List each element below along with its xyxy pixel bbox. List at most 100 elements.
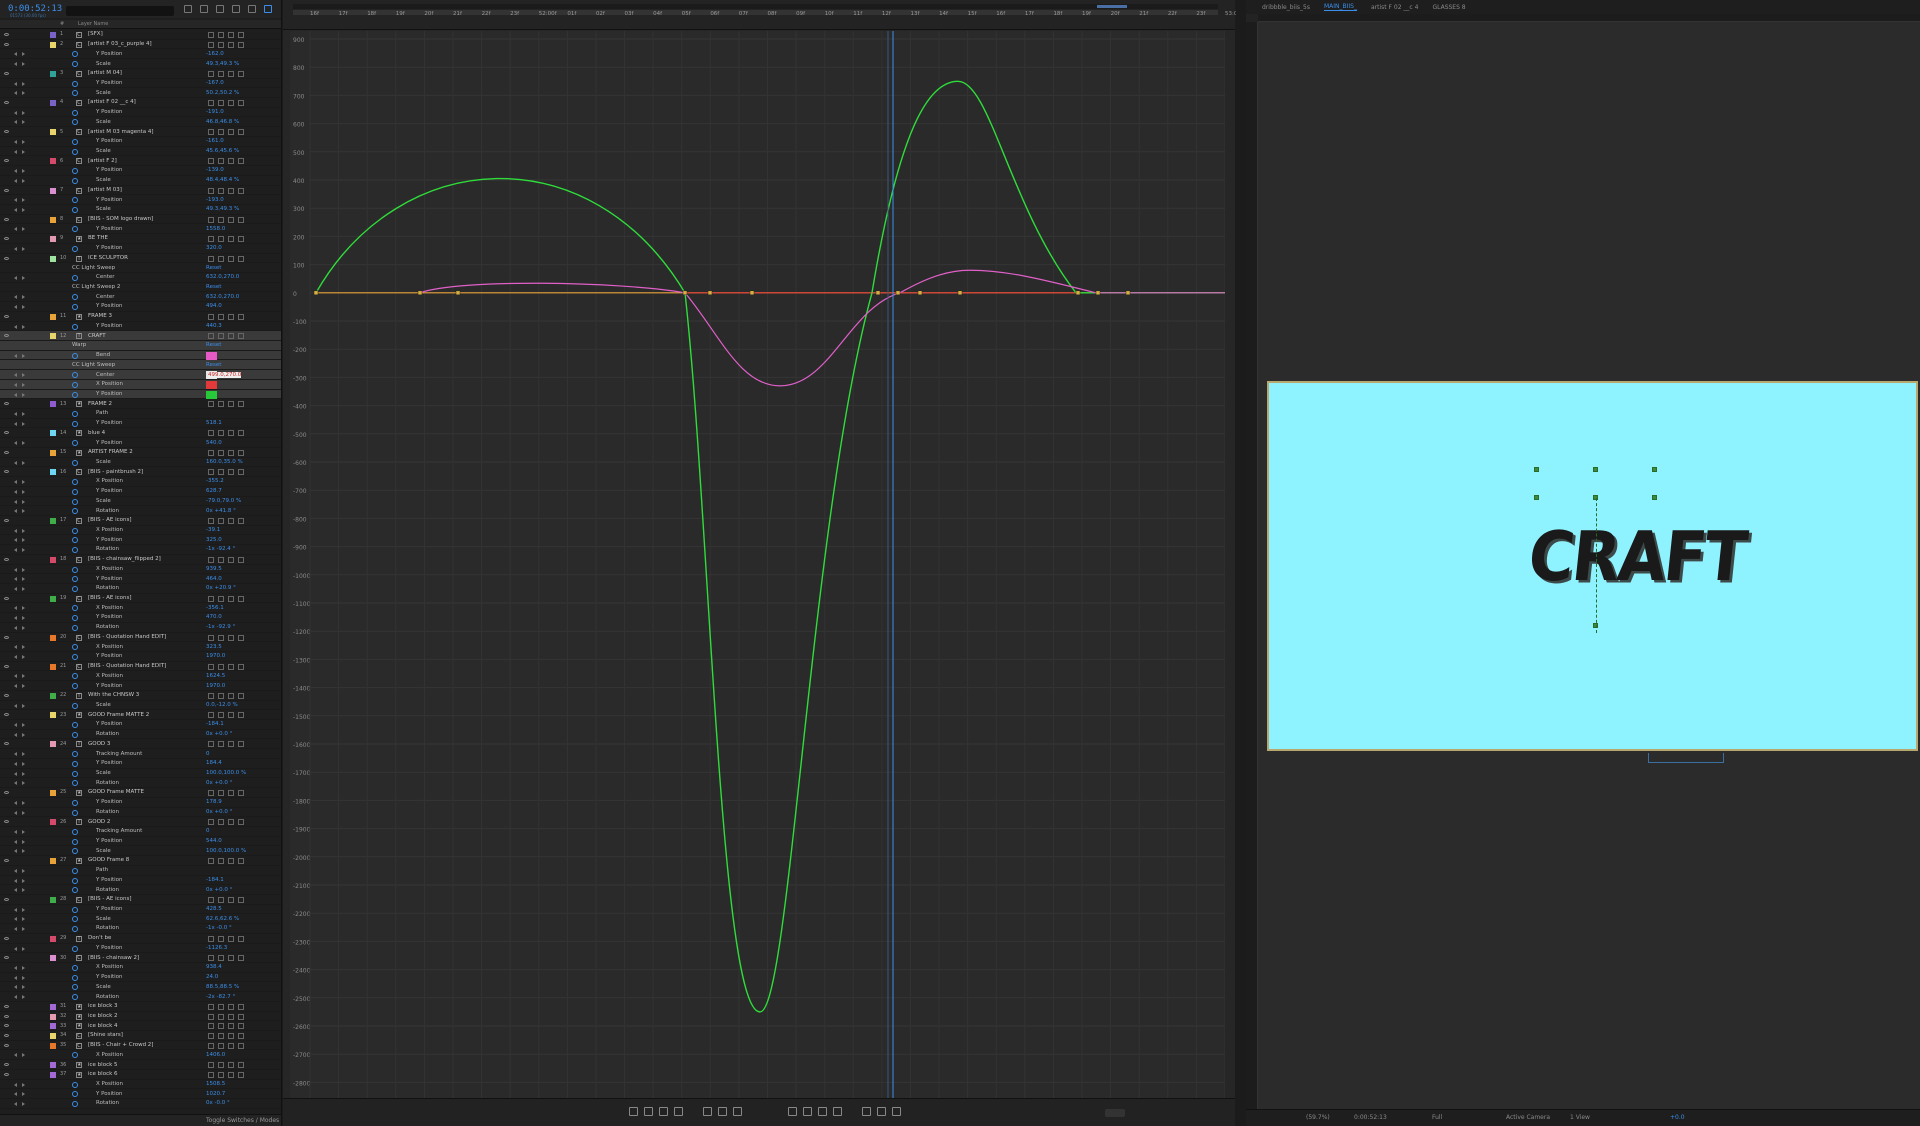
effect-switch-icon[interactable] [238,741,244,748]
stopwatch-icon[interactable] [72,527,78,534]
property-row[interactable]: Scale 160.0,35.0 % [0,458,281,468]
prev-keyframe-icon[interactable] [14,324,17,329]
layer-row[interactable]: 11 ★ FRAME 3 [0,312,281,322]
property-value[interactable]: -79.0,79.0 % [206,498,241,504]
visibility-eye-icon[interactable] [4,1004,9,1008]
stopwatch-icon[interactable] [72,965,78,971]
property-row[interactable]: Scale 88.5,88.5 % [0,982,281,993]
comp-tab[interactable]: MAIN_BIIS_ [1323,3,1357,11]
layer-row[interactable]: 2 C [artist F 03_c_purple 4] [0,40,281,50]
label-color-swatch[interactable] [50,1071,56,1078]
property-row[interactable]: Y Position -184.1 [0,876,281,886]
prev-keyframe-icon[interactable] [14,1092,17,1097]
visibility-eye-icon[interactable] [4,1063,9,1067]
collapse-switch-icon[interactable] [218,187,224,194]
property-value[interactable]: 160.0,35.0 % [206,459,243,465]
prev-keyframe-icon[interactable] [14,703,17,708]
quality-switch-icon[interactable] [228,401,234,408]
collapse-switch-icon[interactable] [218,100,224,107]
collapse-switch-icon[interactable] [218,70,224,77]
fit-all-icon[interactable] [718,1107,727,1116]
property-row[interactable]: Y Position -193.0 [0,195,281,205]
quality-switch-icon[interactable] [228,712,234,719]
property-value[interactable]: 0 [206,828,210,834]
collapse-switch-icon[interactable] [218,469,224,476]
visibility-eye-icon[interactable] [4,450,9,454]
prev-keyframe-icon[interactable] [14,548,17,553]
layer-name[interactable]: [BIIS - chainsaw_flipped 2] [88,556,161,562]
prev-keyframe-icon[interactable] [14,373,17,378]
quality-switch-icon[interactable] [228,595,234,602]
quality-switch-icon[interactable] [228,1003,234,1010]
next-keyframe-icon[interactable] [22,810,25,815]
property-value[interactable]: 46.8,46.8 % [206,119,239,125]
stopwatch-icon[interactable] [72,459,78,466]
layer-name[interactable]: [artist M 03] [88,187,122,193]
effect-reset[interactable]: Reset [206,362,221,368]
collapse-switch-icon[interactable] [218,255,224,262]
visibility-eye-icon[interactable] [4,1043,9,1047]
property-value[interactable]: 0.0,-12.0 % [206,702,238,708]
next-keyframe-icon[interactable] [22,295,25,300]
prev-keyframe-icon[interactable] [14,1053,17,1058]
layer-name[interactable]: [BIIS - AE icons] [88,896,132,902]
stopwatch-icon[interactable] [72,984,78,991]
effect-switch-icon[interactable] [238,955,244,962]
property-row[interactable]: Scale 48.4,48.4 % [0,176,281,186]
prev-keyframe-icon[interactable] [14,752,17,757]
visibility-eye-icon[interactable] [4,557,9,561]
zoom-level[interactable]: (59.7%) [1306,1114,1330,1121]
effect-switch-icon[interactable] [238,187,244,194]
linear-keyframe-icon[interactable] [818,1107,827,1116]
collapse-switch-icon[interactable] [218,517,224,524]
effect-switch-icon[interactable] [238,430,244,437]
visibility-eye-icon[interactable] [4,859,9,863]
prev-keyframe-icon[interactable] [14,499,17,504]
property-value[interactable]: 0x +0.0 ° [206,731,232,737]
label-color-swatch[interactable] [50,556,56,563]
layer-name[interactable]: With the CHNSW 3 [88,692,139,698]
label-color-swatch[interactable] [50,430,56,437]
shy-switch-icon[interactable] [208,32,214,38]
transform-box-icon[interactable] [659,1107,668,1116]
collapse-switch-icon[interactable] [218,896,224,903]
collapse-switch-icon[interactable] [218,1071,224,1078]
resolution-select[interactable]: Full [1432,1114,1442,1121]
label-color-swatch[interactable] [50,935,56,942]
property-row[interactable]: Rotation 0x -0.0 ° [0,1099,281,1109]
toggle-switches-modes[interactable]: Toggle Switches / Modes [206,1117,279,1124]
layer-row[interactable]: 5 C [artist M 03 magenta 4] [0,127,281,137]
viewer-timecode[interactable]: 0:00:52:13 [1354,1114,1387,1121]
layer-row[interactable]: 16 C [BIIS - paintbrush 2] [0,467,281,478]
label-color-swatch[interactable] [50,236,56,243]
property-value[interactable]: 0x +41.8 ° [206,508,236,514]
layer-row[interactable]: 34 C [Shine stars] [0,1031,281,1041]
collapse-switch-icon[interactable] [218,741,224,748]
vertical-ruler[interactable] [1246,22,1258,1109]
prev-keyframe-icon[interactable] [14,480,17,485]
layer-name[interactable]: FRAME 2 [88,401,112,407]
collapse-switch-icon[interactable] [218,158,224,165]
layer-row[interactable]: 18 C [BIIS - chainsaw_flipped 2] [0,555,281,565]
stopwatch-icon[interactable] [72,420,78,427]
effect-switch-icon[interactable] [238,712,244,719]
effect-switch-icon[interactable] [238,517,244,524]
prev-keyframe-icon[interactable] [14,460,17,465]
label-color-swatch[interactable] [50,255,56,262]
property-value[interactable]: 88.5,88.5 % [206,984,239,990]
stopwatch-icon[interactable] [72,615,78,622]
next-keyframe-icon[interactable] [22,1102,25,1107]
collapse-switch-icon[interactable] [218,712,224,719]
shy-switch-icon[interactable] [208,430,214,437]
label-color-swatch[interactable] [50,1023,56,1030]
effect-switch-icon[interactable] [238,1071,244,1078]
motion-blur-icon[interactable] [248,5,256,13]
property-row[interactable]: Rotation 0x +0.0 ° [0,730,281,740]
stopwatch-icon[interactable] [72,605,78,612]
next-keyframe-icon[interactable] [22,499,25,504]
keyframe-marker[interactable] [1125,290,1131,296]
prev-keyframe-icon[interactable] [14,625,17,630]
prev-keyframe-icon[interactable] [14,723,17,728]
effect-name[interactable]: CC Light Sweep [72,265,115,271]
property-row[interactable]: Rotation 0x +0.0 ° [0,808,281,818]
